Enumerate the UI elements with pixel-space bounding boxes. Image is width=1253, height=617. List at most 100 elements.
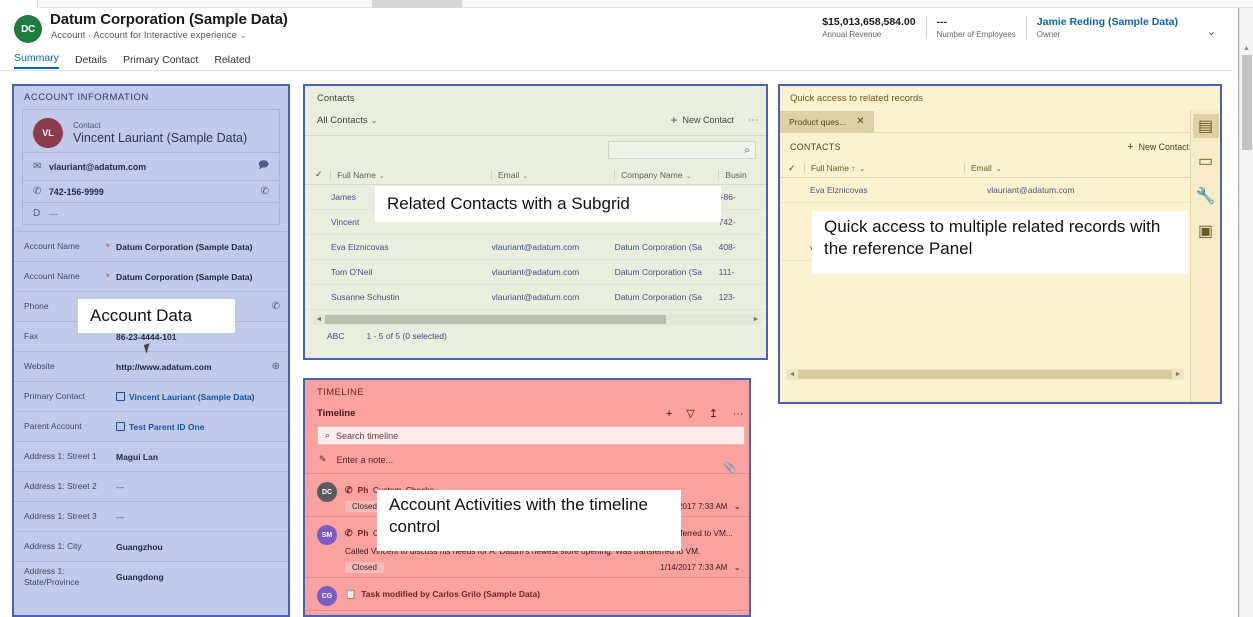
- timeline-search-input[interactable]: ⌕ Search timeline: [317, 426, 745, 445]
- tab-summary[interactable]: Summary: [14, 52, 59, 69]
- page-vertical-scrollbar[interactable]: ▲: [1239, 8, 1253, 617]
- quick-view-contact-name[interactable]: Vincent Lauriant (Sample Data): [73, 131, 247, 145]
- field-street-1[interactable]: Address 1: Street 1 Magui Lan: [14, 441, 288, 471]
- scrollbar-thumb[interactable]: [1242, 55, 1252, 150]
- new-contact-button[interactable]: + New Contact: [670, 113, 734, 127]
- attach-file-icon[interactable]: 📎: [723, 461, 737, 474]
- callout-related-contacts: Related Contacts with a Subgrid: [375, 186, 721, 222]
- scroll-up-icon[interactable]: ▲: [1243, 45, 1250, 52]
- call-phone-icon[interactable]: ✆: [266, 301, 280, 312]
- timeline-overflow-kebab-icon[interactable]: ⋮: [734, 409, 741, 419]
- tab-related[interactable]: Related: [214, 54, 250, 69]
- owner-value[interactable]: Jamie Reding (Sample Data): [1037, 16, 1178, 28]
- sort-icon[interactable]: ↥: [709, 407, 718, 420]
- contacts-horizontal-scrollbar[interactable]: ◄ ►: [313, 314, 762, 325]
- field-website[interactable]: Website http://www.adatum.com ⊕: [14, 351, 288, 381]
- chevron-down-icon[interactable]: ⌄: [733, 562, 741, 573]
- header-stat-annual-revenue: $15,013,658,584.00 Annual Revenue: [812, 16, 926, 39]
- send-email-icon[interactable]: 🗩: [258, 158, 269, 175]
- record-subtitle: Account · Account for Interactive experi…: [51, 30, 247, 41]
- reference-panel-tab-bar: Product ques... ✕: [780, 111, 1220, 133]
- tab-primary-contact[interactable]: Primary Contact: [123, 54, 198, 69]
- sort-ascending-icon: ↑: [851, 163, 855, 173]
- close-icon[interactable]: ✕: [856, 116, 864, 127]
- column-header-email[interactable]: Email⌄: [491, 170, 614, 180]
- task-icon: 📋: [345, 589, 356, 599]
- field-city[interactable]: Address 1: City Guangzhou: [14, 531, 288, 561]
- reference-horizontal-scrollbar[interactable]: ◄ ►: [786, 369, 1184, 380]
- reference-panel-tab-product-questions[interactable]: Product ques... ✕: [780, 111, 874, 133]
- table-row[interactable]: Eva Elznicovas vlauriant@adatum.com: [780, 178, 1220, 203]
- field-label: Address 1: Street 3: [24, 511, 106, 522]
- scroll-left-icon[interactable]: ◄: [313, 316, 325, 323]
- chevron-down-icon: ⌄: [686, 173, 692, 180]
- field-parent-account[interactable]: Parent Account Test Parent ID One: [14, 411, 288, 441]
- contacts-view-selector[interactable]: All Contacts⌄: [317, 115, 377, 126]
- open-web-icon[interactable]: ⊕: [266, 361, 280, 372]
- cell-email: vlauriant@adatum.com: [492, 242, 615, 252]
- column-header-full-name[interactable]: Full Name⌄: [330, 170, 491, 180]
- account-fields-list: Account Name * Datum Corporation (Sample…: [14, 231, 288, 591]
- filter-icon[interactable]: ▽: [686, 407, 694, 420]
- field-value[interactable]: Test Parent ID One: [116, 422, 280, 432]
- field-account-name-1[interactable]: Account Name * Datum Corporation (Sample…: [14, 231, 288, 261]
- reference-panel-title: Quick access to related records: [780, 86, 1220, 104]
- scroll-left-icon[interactable]: ◄: [786, 371, 798, 378]
- timeline-note-input[interactable]: ✎ Enter a note...: [305, 445, 749, 474]
- contacts-footer: ABC 1 - 5 of 5 (0 selected): [305, 325, 766, 341]
- scroll-right-icon[interactable]: ►: [750, 316, 762, 323]
- avatar: DC: [317, 482, 337, 502]
- field-value[interactable]: Vincent Lauriant (Sample Data): [116, 392, 280, 402]
- field-state-province[interactable]: Address 1: State/Province Guangdong: [14, 561, 288, 591]
- field-account-name-2[interactable]: Account Name * Datum Corporation (Sample…: [14, 261, 288, 291]
- add-record-icon[interactable]: +: [666, 408, 672, 420]
- contacts-search-input[interactable]: ⌕: [608, 141, 756, 159]
- column-header-company-name[interactable]: Company Name⌄: [614, 170, 718, 180]
- chevron-down-icon: ⌄: [371, 116, 378, 125]
- account-record-icon: [116, 422, 125, 431]
- cases-icon[interactable]: ▭: [1193, 149, 1219, 173]
- column-header-full-name[interactable]: Full Name ↑⌄: [804, 163, 964, 173]
- field-street-3[interactable]: Address 1: Street 3 ---: [14, 501, 288, 531]
- contact-record-icon: [116, 392, 125, 401]
- timeline-control-label: Timeline: [317, 408, 355, 419]
- scrollbar-track[interactable]: [666, 315, 750, 324]
- field-street-2[interactable]: Address 1: Street 2 ---: [14, 471, 288, 501]
- chevron-down-icon[interactable]: ⌄: [240, 31, 247, 40]
- field-link-text: Test Parent ID One: [129, 422, 204, 432]
- header-collapse-chevron-icon[interactable]: ⌄: [1207, 25, 1216, 38]
- column-header-business-phone[interactable]: Busin: [718, 170, 766, 180]
- chevron-down-icon[interactable]: ⌄: [733, 501, 741, 512]
- scrollbar-thumb[interactable]: [325, 315, 666, 324]
- table-row[interactable]: Susanne Schustin vlauriant@adatum.com Da…: [305, 285, 766, 310]
- search-icon[interactable]: ⌕: [744, 145, 750, 156]
- scroll-right-icon[interactable]: ►: [1172, 371, 1184, 378]
- call-phone-icon[interactable]: ✆: [261, 186, 269, 197]
- select-all-checkbox[interactable]: ✓: [788, 163, 804, 174]
- alpha-jump-bar[interactable]: ABC: [327, 331, 344, 341]
- browser-tab-first[interactable]: [0, 0, 38, 8]
- timeline-item-date: 1/14/2017 7:33 AM: [660, 563, 727, 572]
- field-label: Address 1: Street 1: [24, 451, 106, 462]
- field-value: Datum Corporation (Sample Data): [116, 242, 280, 252]
- select-all-checkbox[interactable]: ✓: [315, 169, 330, 180]
- field-primary-contact[interactable]: Primary Contact Vincent Lauriant (Sample…: [14, 381, 288, 411]
- contacts-overflow-kebab-icon[interactable]: ⋮: [748, 115, 756, 125]
- documents-icon[interactable]: ▣: [1193, 219, 1219, 243]
- timeline-item-title: Ph: [358, 528, 369, 538]
- column-header-email[interactable]: Email⌄: [964, 163, 1220, 173]
- contacts-card-icon[interactable]: ▤: [1193, 114, 1219, 138]
- browser-tab-active[interactable]: [372, 0, 462, 8]
- table-row[interactable]: Eva Elznicovas vlauriant@adatum.com Datu…: [305, 235, 766, 260]
- header-stat-owner: Jamie Reding (Sample Data) Owner: [1027, 16, 1188, 39]
- service-wrench-icon[interactable]: 🔧: [1193, 184, 1219, 208]
- scrollbar-thumb[interactable]: [798, 370, 1172, 379]
- page-title: Datum Corporation (Sample Data): [50, 11, 288, 28]
- annual-revenue-value: $15,013,658,584.00: [822, 16, 915, 28]
- table-row[interactable]: Tom O'Neil vlauriant@adatum.com Datum Co…: [305, 260, 766, 285]
- search-icon: ⌕: [325, 430, 330, 441]
- timeline-item[interactable]: CG 📋Task modified by Carlos Grilo (Sampl…: [305, 578, 749, 611]
- record-avatar: DC: [14, 15, 42, 43]
- reference-new-contact-button[interactable]: + New Contact: [1127, 141, 1189, 153]
- tab-details[interactable]: Details: [75, 54, 107, 69]
